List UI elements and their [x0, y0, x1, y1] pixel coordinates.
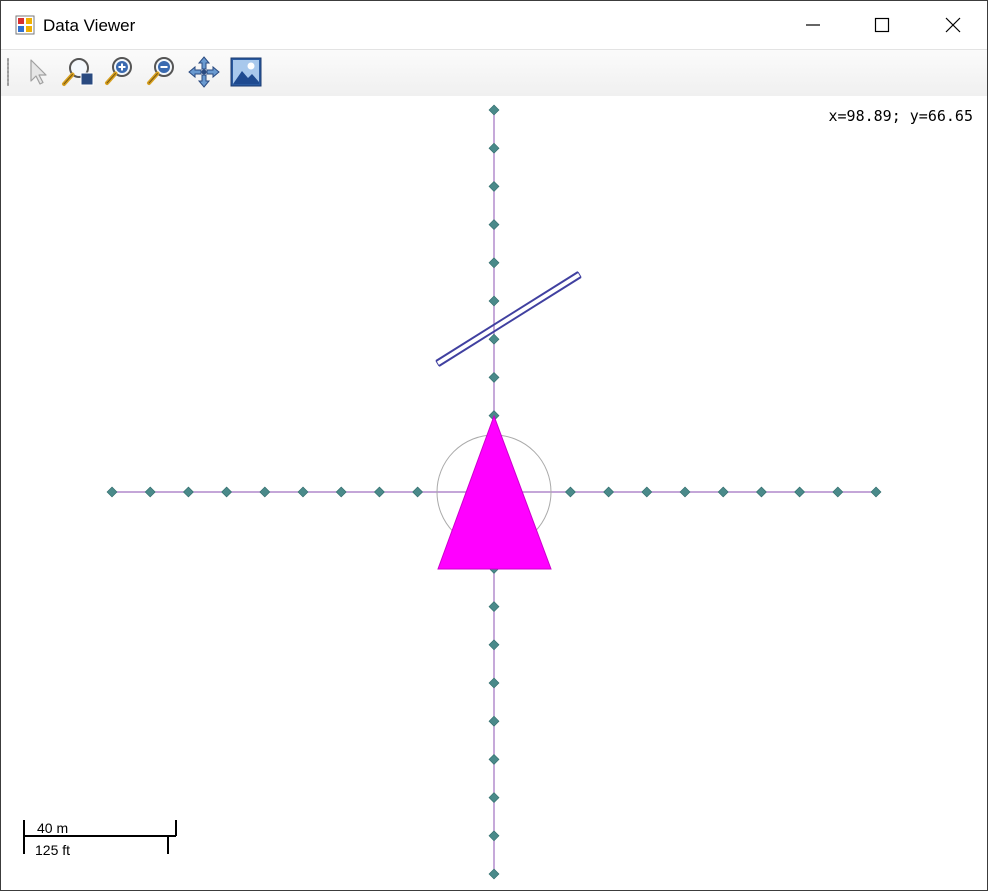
grid-point[interactable]	[488, 180, 500, 192]
grid-point[interactable]	[794, 486, 806, 498]
grid-point[interactable]	[488, 639, 500, 651]
picture-icon	[230, 57, 262, 87]
grid-point[interactable]	[144, 486, 156, 498]
minimize-button[interactable]	[790, 1, 836, 49]
zoom-in-tool-button[interactable]	[102, 55, 136, 89]
toolbar	[1, 49, 987, 97]
grid-point[interactable]	[641, 486, 653, 498]
grid-point[interactable]	[870, 486, 882, 498]
grid-point[interactable]	[717, 486, 729, 498]
grid-point[interactable]	[259, 486, 271, 498]
grid-point[interactable]	[488, 333, 500, 345]
maximize-icon	[874, 17, 890, 33]
grid-point[interactable]	[832, 486, 844, 498]
grid-point[interactable]	[373, 486, 385, 498]
grid-point[interactable]	[488, 295, 500, 307]
grid-point[interactable]	[488, 830, 500, 842]
zoom-out-icon	[147, 57, 174, 85]
window-title: Data Viewer	[43, 16, 136, 35]
scale-bar: 40 m 125 ft	[23, 820, 179, 880]
zoom-window-icon	[62, 58, 94, 86]
grid-point[interactable]	[488, 219, 500, 231]
grid-point[interactable]	[182, 486, 194, 498]
app-icon	[15, 15, 35, 35]
grid-point[interactable]	[488, 104, 500, 116]
grid-point[interactable]	[564, 486, 576, 498]
grid-point[interactable]	[603, 486, 615, 498]
close-icon	[945, 17, 961, 33]
minimize-icon	[806, 24, 820, 26]
grid-point[interactable]	[297, 486, 309, 498]
grid-point[interactable]	[488, 371, 500, 383]
map-canvas[interactable]: x=98.89; y=66.65 40 m 125 ft	[1, 96, 987, 890]
select-tool-button[interactable]	[21, 55, 55, 89]
coordinate-readout: x=98.89; y=66.65	[828, 107, 974, 125]
zoom-window-tool-button[interactable]	[60, 55, 94, 89]
grid-point[interactable]	[488, 792, 500, 804]
full-extent-tool-button[interactable]	[229, 55, 263, 89]
arrow-pointer-icon	[30, 59, 47, 85]
grid-point[interactable]	[755, 486, 767, 498]
grid-point[interactable]	[488, 257, 500, 269]
scale-metric-label: 40 m	[37, 820, 69, 836]
toolbar-grip[interactable]	[7, 58, 9, 86]
grid-point[interactable]	[106, 486, 118, 498]
grid-point[interactable]	[488, 753, 500, 765]
grid-point[interactable]	[488, 715, 500, 727]
grid-point[interactable]	[488, 601, 500, 613]
scale-imperial-label: 125 ft	[35, 842, 71, 858]
zoom-in-icon	[105, 57, 132, 85]
grid-point[interactable]	[335, 486, 347, 498]
pan-tool-button[interactable]	[187, 55, 221, 89]
map-drawing[interactable]	[1, 96, 987, 890]
maximize-button[interactable]	[859, 1, 905, 49]
grid-point[interactable]	[488, 142, 500, 154]
grid-point[interactable]	[221, 486, 233, 498]
title-bar[interactable]: Data Viewer	[1, 1, 987, 49]
grid-point[interactable]	[412, 486, 424, 498]
close-button[interactable]	[930, 1, 976, 49]
grid-point[interactable]	[488, 677, 500, 689]
wall-double-line[interactable]	[435, 271, 582, 367]
grid-point[interactable]	[679, 486, 691, 498]
pan-arrows-icon	[188, 56, 220, 88]
zoom-out-tool-button[interactable]	[144, 55, 178, 89]
data-viewer-window: Data Viewer x=98.89; y=66.65 40 m 125 ft	[0, 0, 988, 891]
grid-point[interactable]	[488, 868, 500, 880]
